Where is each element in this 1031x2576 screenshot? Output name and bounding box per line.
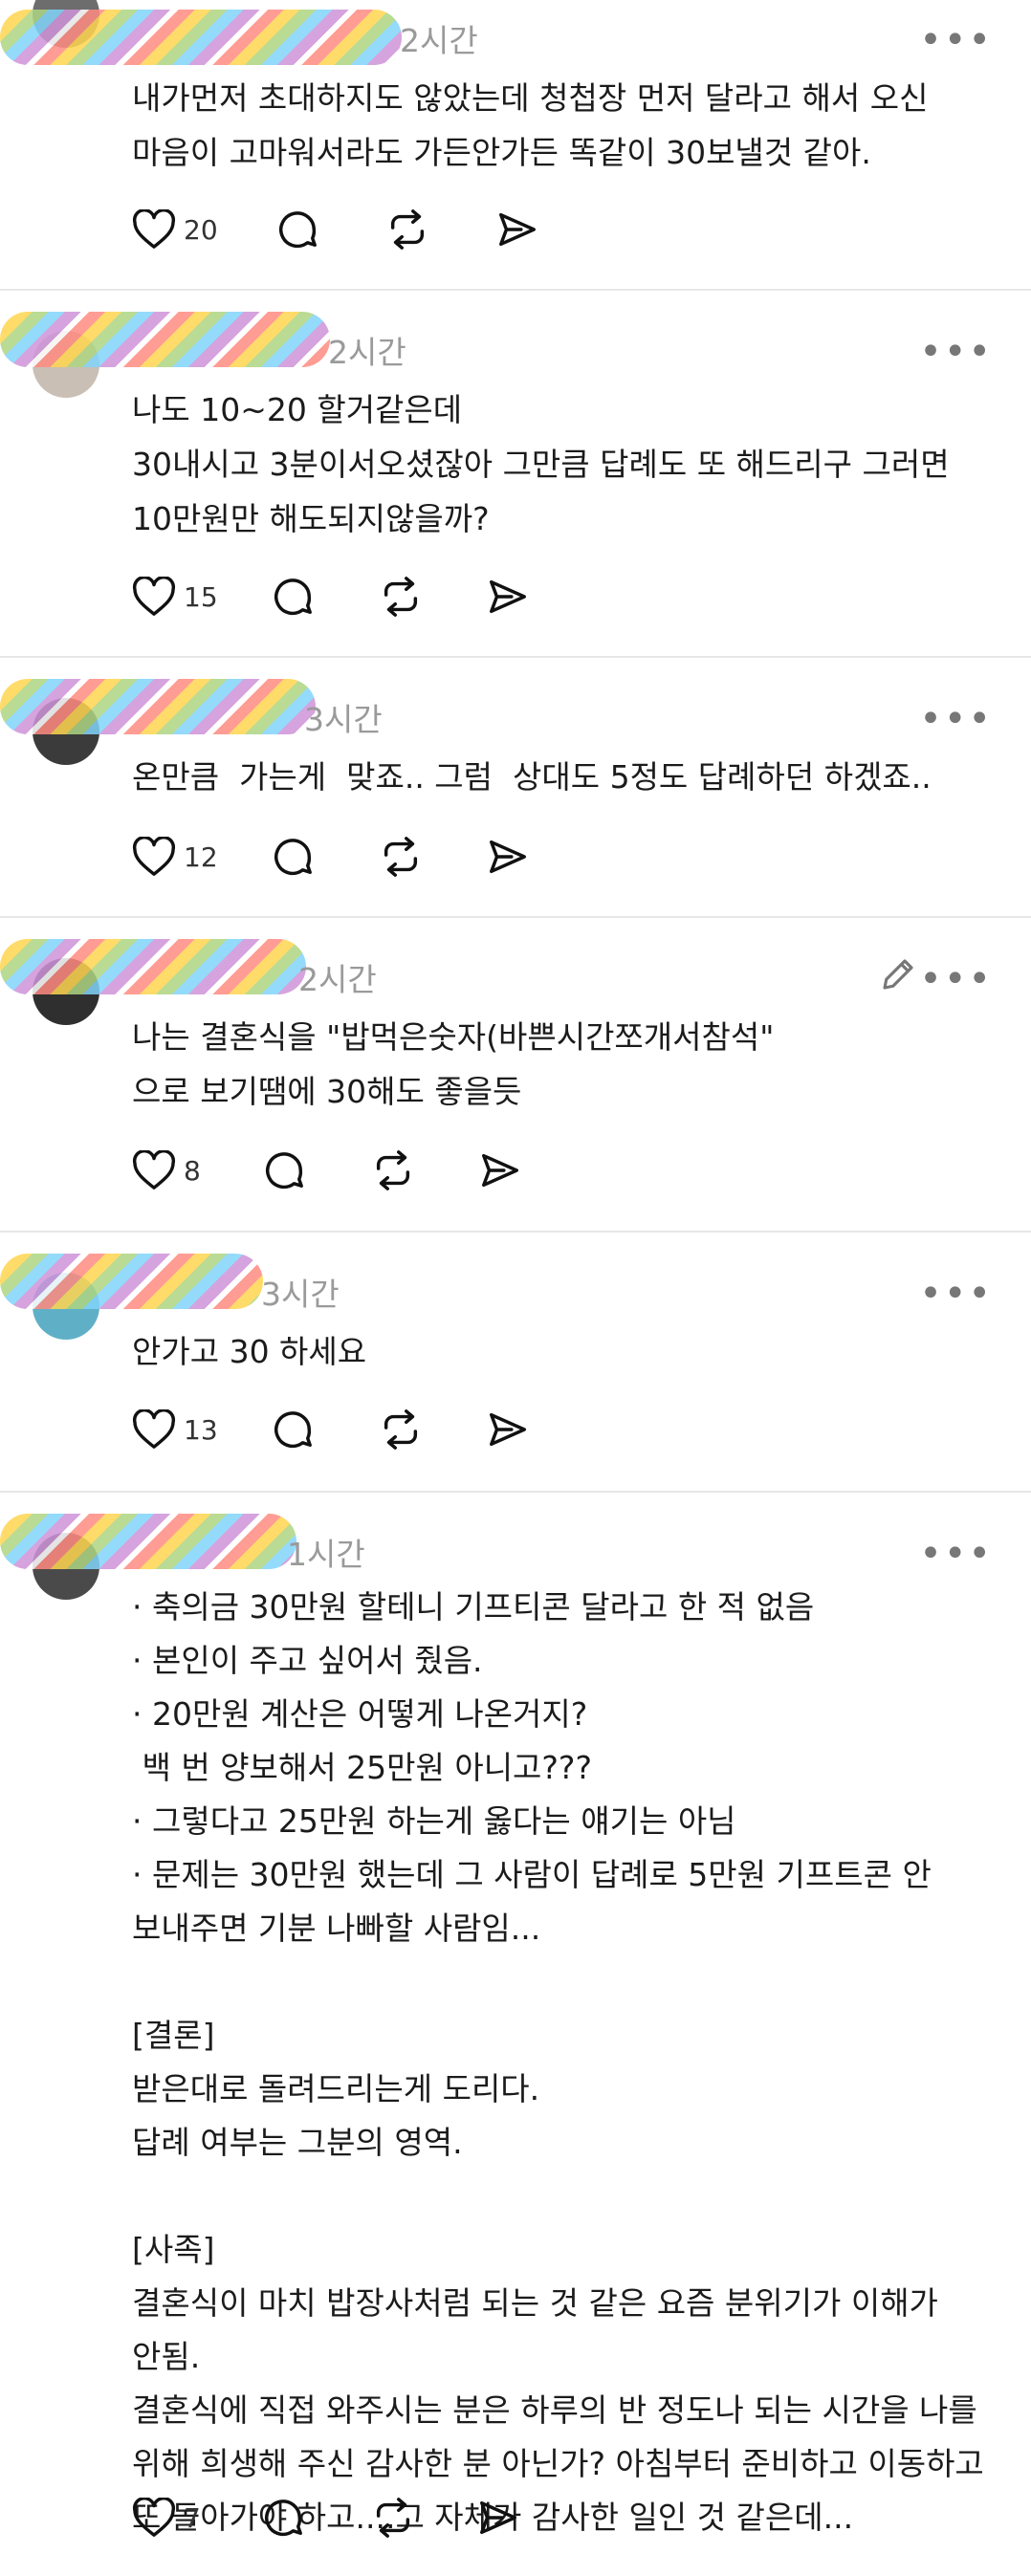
- like-count: 7: [184, 2501, 201, 2534]
- heart-icon: [132, 837, 176, 876]
- more-options-icon[interactable]: •••: [919, 21, 993, 59]
- reply-button[interactable]: [271, 828, 315, 885]
- like-count: 13: [184, 1413, 218, 1446]
- send-icon: [490, 840, 526, 874]
- repost-icon: [390, 209, 425, 250]
- comment-icon: [266, 1152, 303, 1190]
- redacted-username: [0, 10, 402, 65]
- more-options-icon[interactable]: •••: [919, 960, 993, 998]
- redacted-username: [0, 679, 316, 734]
- more-options-icon[interactable]: •••: [919, 1275, 993, 1313]
- send-icon: [490, 579, 526, 614]
- post-body: 온만큼 가는게 맞죠.. 그럼 상대도 5정도 답례하던 하겠죠..: [132, 758, 932, 796]
- more-options-icon[interactable]: •••: [919, 1535, 993, 1573]
- post-time: 1시간: [287, 1536, 365, 1573]
- redacted-username: [0, 939, 306, 994]
- heart-icon: [132, 209, 176, 249]
- like-button[interactable]: 20: [132, 201, 218, 258]
- heart-icon: [132, 577, 176, 616]
- post-body: · 축의금 30만원 할테니 기프티콘 달라고 한 적 없음 · 본인이 주고 …: [132, 1588, 984, 2536]
- like-button[interactable]: 13: [132, 1401, 218, 1458]
- post-time: 2시간: [298, 961, 377, 998]
- like-count: 20: [184, 213, 218, 246]
- repost-icon: [376, 2498, 410, 2538]
- comment-icon: [265, 2500, 302, 2537]
- send-icon: [490, 1412, 526, 1447]
- heart-icon: [132, 1150, 176, 1190]
- send-icon: [499, 212, 536, 247]
- repost-icon: [384, 1409, 418, 1450]
- post-body: 나는 결혼식을 "밥먹은숫자(바쁜시간쪼개서참석" 으로 보기땜에 30해도 좋…: [132, 1018, 775, 1110]
- heart-icon: [132, 1409, 176, 1449]
- post-time: 2시간: [328, 334, 406, 371]
- share-button[interactable]: [476, 2489, 520, 2546]
- post-time: 3시간: [304, 701, 383, 738]
- pencil-icon: [883, 959, 913, 990]
- like-button[interactable]: 7: [132, 2489, 201, 2546]
- post-body: 나도 10~20 할거같은데 30내시고 3분이서오셨잖아 그만큼 답례도 또 …: [132, 391, 950, 537]
- redacted-username: [0, 312, 330, 367]
- like-button[interactable]: 12: [132, 828, 218, 885]
- repost-button[interactable]: [385, 201, 429, 258]
- share-button[interactable]: [486, 568, 530, 625]
- like-button[interactable]: 15: [132, 568, 218, 625]
- share-button[interactable]: [486, 828, 530, 885]
- repost-button[interactable]: [379, 1401, 423, 1458]
- comment-icon: [274, 839, 312, 876]
- redacted-username: [0, 1514, 296, 1569]
- heart-icon: [132, 2498, 176, 2537]
- reply-button[interactable]: [261, 2489, 305, 2546]
- comment-post: 1시간 ••• · 축의금 30만원 할테니 기프티콘 달라고 한 적 없음 ·…: [0, 1493, 1031, 2576]
- share-button[interactable]: [495, 201, 539, 258]
- comment-post: 2시간 ••• 내가먼저 초대하지도 않았는데 청첩장 먼저 달라고 해서 오신…: [0, 0, 1031, 287]
- comment-icon: [274, 579, 312, 616]
- repost-button[interactable]: [379, 828, 423, 885]
- send-icon: [482, 1153, 518, 1188]
- reply-button[interactable]: [271, 568, 315, 625]
- more-options-icon[interactable]: •••: [919, 333, 993, 371]
- repost-button[interactable]: [371, 2489, 415, 2546]
- reply-button[interactable]: [271, 1401, 315, 1458]
- post-time: 2시간: [400, 22, 478, 59]
- share-button[interactable]: [486, 1401, 530, 1458]
- edit-button[interactable]: [878, 954, 918, 1001]
- repost-icon: [376, 1150, 410, 1190]
- repost-icon: [384, 577, 418, 617]
- repost-icon: [384, 837, 418, 877]
- post-body: 안가고 30 하세요: [132, 1333, 367, 1370]
- send-icon: [480, 2500, 516, 2535]
- repost-button[interactable]: [379, 568, 423, 625]
- like-count: 12: [184, 840, 218, 873]
- more-options-icon[interactable]: •••: [919, 700, 993, 738]
- reply-button[interactable]: [275, 201, 319, 258]
- comment-icon: [274, 1411, 312, 1449]
- reply-button[interactable]: [262, 1142, 306, 1199]
- comment-post: 2시간 ••• 나도 10~20 할거같은데 30내시고 3분이서오셨잖아 그만…: [0, 291, 1031, 654]
- comment-post: 3시간 ••• 온만큼 가는게 맞죠.. 그럼 상대도 5정도 답례하던 하겠죠…: [0, 658, 1031, 914]
- comment-icon: [279, 211, 317, 249]
- comment-post: 2시간 ••• 나는 결혼식을 "밥먹은숫자(바쁜시간쪼개서참석" 으로 보기땜…: [0, 918, 1031, 1229]
- comment-post: 3시간 ••• 안가고 30 하세요 13: [0, 1233, 1031, 1489]
- redacted-username: [0, 1254, 263, 1309]
- share-button[interactable]: [478, 1142, 522, 1199]
- repost-button[interactable]: [371, 1142, 415, 1199]
- post-time: 3시간: [261, 1276, 340, 1313]
- post-body: 내가먼저 초대하지도 않았는데 청첩장 먼저 달라고 해서 오신 마음이 고마워…: [132, 79, 929, 171]
- like-count: 15: [184, 580, 218, 613]
- like-button[interactable]: 8: [132, 1142, 201, 1199]
- like-count: 8: [184, 1154, 201, 1187]
